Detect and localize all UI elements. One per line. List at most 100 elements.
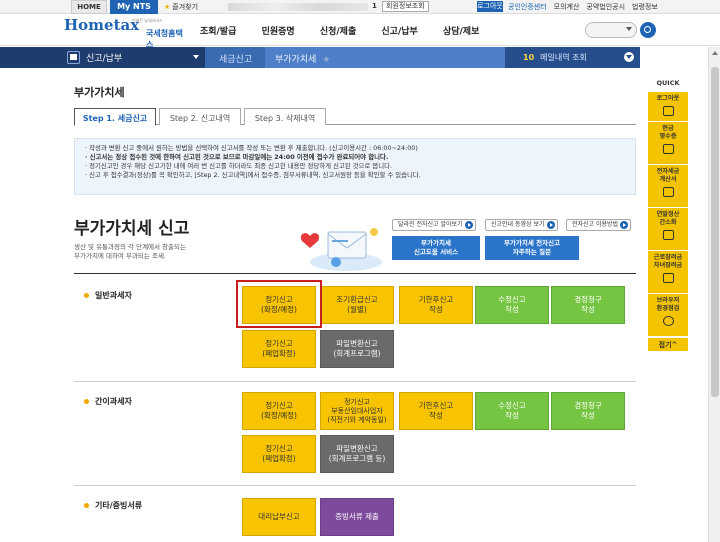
document-icon xyxy=(662,230,674,240)
quick-label: 근로장려금 xyxy=(653,254,683,261)
quick-label: 전자세금 xyxy=(656,168,680,175)
file-convert-report-button[interactable]: 파일변환신고 (회계프로그램 등) xyxy=(320,435,394,473)
logout-button[interactable]: 로그아웃 xyxy=(477,1,503,12)
favorites-link[interactable]: ★ 즐겨찾기 xyxy=(164,2,198,12)
law-info-link[interactable]: 법령정보 xyxy=(632,3,658,11)
button-line: 작성 xyxy=(581,305,595,314)
quick-year-end-settlement[interactable]: 연말정산 간소화 xyxy=(648,208,688,251)
member-info-button[interactable]: 회원정보조회 xyxy=(382,1,429,12)
tab-step1[interactable]: Step 1. 세금신고 xyxy=(74,108,156,126)
my-nts-link[interactable]: My NTS xyxy=(110,0,158,14)
breadcrumb-bar: 신고/납부 세금신고 부가가치세 ★ 10 메일내역 조회 xyxy=(0,47,640,68)
nav-item-inquiry[interactable]: 조회/발급 xyxy=(200,24,236,37)
search-icon[interactable] xyxy=(640,22,656,38)
tab-step3[interactable]: Step 3. 삭제내역 xyxy=(244,108,326,125)
how-to-button[interactable]: 전자신고 이용방법 xyxy=(566,219,632,231)
amended-report-button[interactable]: 수정신고 작성 xyxy=(475,392,549,430)
section-title: 일반과세자 xyxy=(95,291,132,300)
vat-faq-button[interactable]: 부가가치세 전자신고 자주하는 질문 xyxy=(485,236,579,260)
quick-label: 영수증 xyxy=(659,133,677,140)
user-name-redacted xyxy=(228,3,368,11)
nav-item-application[interactable]: 신청/제출 xyxy=(320,24,356,37)
quick-browser-check[interactable]: 브라우저 환경점검 xyxy=(648,294,688,337)
description-line: 생산 및 유통과정의 각 단계에서 창출되는 xyxy=(74,243,186,251)
vat-help-service-button[interactable]: 부가가치세 신고도움 서비스 xyxy=(392,236,480,260)
notice-box: · 작성과 변환 신고 중에서 원하는 방법을 선택하여 신고서를 작성 또는 … xyxy=(74,138,636,195)
star-icon[interactable]: ★ xyxy=(322,55,330,65)
quick-cash-receipt[interactable]: 현금 영수증 xyxy=(648,122,688,165)
submit-evidence-button[interactable]: 증빙서류 제출 xyxy=(320,498,394,536)
quick-earned-income-credit[interactable]: 근로장려금 자녀장려금 xyxy=(648,251,688,294)
button-line: (확정/예정) xyxy=(261,411,297,420)
public-notice-link[interactable]: 공약법인공시 xyxy=(586,3,625,11)
correction-claim-button[interactable]: 경정청구 작성 xyxy=(551,286,625,324)
proxy-payment-report-button[interactable]: 대리납부신고 xyxy=(242,498,316,536)
home-icon[interactable] xyxy=(67,51,80,64)
simulation-link[interactable]: 모의계산 xyxy=(554,3,580,11)
scroll-up-icon[interactable] xyxy=(712,51,718,55)
notice-line: · 신고서는 정상 접수된 것에 한하여 신고된 것으로 보므로 마감일에는 2… xyxy=(85,153,389,161)
quick-label: 연말정산 xyxy=(656,211,680,218)
scrollbar-thumb[interactable] xyxy=(711,67,719,397)
button-line: 경정청구 xyxy=(574,401,602,410)
quick-label: 로그아웃 xyxy=(656,95,680,102)
tab-step2[interactable]: Step 2. 신고내역 xyxy=(159,108,241,125)
section-divider xyxy=(74,485,636,486)
chevron-down-icon[interactable] xyxy=(193,55,199,59)
home-link[interactable]: HOME xyxy=(71,0,107,14)
early-refund-button[interactable]: 조기환급신고 (월별) xyxy=(320,286,394,324)
button-line: (폐업확정) xyxy=(262,349,296,358)
quick-label: 현금 xyxy=(662,125,674,132)
late-report-button[interactable]: 기한후신고 작성 xyxy=(399,392,473,430)
rental-regular-report-button[interactable]: 정기신고 부동산임대사업자 (직전기와 계약동일) xyxy=(320,392,394,430)
button-line: 부동산임대사업자 xyxy=(331,406,383,415)
whats-new-button[interactable]: 달라진 전자신고 알아보기 xyxy=(392,219,476,231)
section-heading: 부가가치세 신고 xyxy=(74,219,190,239)
breadcrumb-level1[interactable]: 신고/납부 xyxy=(86,51,122,64)
envelope-heart-illustration xyxy=(300,228,382,271)
button-line: 정기신고 xyxy=(265,444,293,453)
regular-report-button[interactable]: 정기신고 (확정/예정) xyxy=(242,392,316,430)
closure-report-button[interactable]: 정기신고 (폐업확정) xyxy=(242,330,316,368)
favorites-label: 즐겨찾기 xyxy=(172,3,199,11)
bullet-icon xyxy=(84,503,89,508)
button-line: 신고도움 서비스 xyxy=(413,248,459,256)
breadcrumb-level3[interactable]: 부가가치세 ★ xyxy=(265,47,505,68)
arrow-right-icon xyxy=(464,221,473,229)
amended-report-button[interactable]: 수정신고 작성 xyxy=(475,286,549,324)
gear-icon xyxy=(662,316,674,326)
chevron-down-icon[interactable] xyxy=(624,52,634,62)
util-links: 공인인증센터 모의계산 공약법인공시 법령정보 xyxy=(508,2,665,12)
file-convert-report-button[interactable]: 파일변환신고 (회계프로그램) xyxy=(320,330,394,368)
nav-item-certificate[interactable]: 민원증명 xyxy=(262,24,295,37)
quick-logout[interactable]: 로그아웃 xyxy=(648,92,688,122)
hometax-logo[interactable]: Hometax 언제든 납세서비스 국세청홈택스 xyxy=(64,16,184,49)
guide-video-button[interactable]: 신고안내 동영상 보기 xyxy=(485,219,558,231)
quick-menu: QUICK 로그아웃 현금 영수증 전자세금 계산서 연말정산 간소화 근로장려금 자녀… xyxy=(648,79,688,363)
page-title: 부가가치세 xyxy=(74,86,125,99)
nav-item-report-payment[interactable]: 신고/납부 xyxy=(381,24,417,37)
quick-collapse-button[interactable]: 접기^ xyxy=(648,337,688,351)
quick-e-invoice[interactable]: 전자세금 계산서 xyxy=(648,165,688,208)
quick-menu-header: QUICK xyxy=(656,79,680,87)
correction-claim-button[interactable]: 경정청구 작성 xyxy=(551,392,625,430)
late-report-button[interactable]: 기한후신고 작성 xyxy=(399,286,473,324)
cert-center-link[interactable]: 공인인증센터 xyxy=(508,3,547,11)
button-line: 작성 xyxy=(505,305,519,314)
section-title: 간이과세자 xyxy=(95,397,132,406)
breadcrumb-level2[interactable]: 세금신고 xyxy=(205,47,265,68)
button-line: (월별) xyxy=(347,305,367,314)
notice-line: · 정기신고인 경우 해당 신고기한 내에 여러 번 신고를 하더라도 최종 신… xyxy=(85,162,393,170)
button-line: 작성 xyxy=(429,305,443,314)
notice-line: · 신고 후 접수결과(정상)를 꼭 확인하고, [Step 2. 신고내역]에… xyxy=(85,171,421,179)
utility-bar: HOME My NTS ★ 즐겨찾기 1 회원정보조회 로그아웃 공인인증센터 모의… xyxy=(0,0,720,14)
nav-item-consult[interactable]: 상담/제보 xyxy=(443,24,479,37)
chevron-down-icon xyxy=(626,27,632,31)
quick-label: 환경점검 xyxy=(656,305,680,312)
closure-report-button[interactable]: 정기신고 (폐업확정) xyxy=(242,435,316,473)
header: Hometax 언제든 납세서비스 국세청홈택스 조회/발급 민원증명 신청/제… xyxy=(0,14,720,49)
recent-mail-link[interactable]: 10 메일내역 조회 xyxy=(505,47,640,68)
button-line: 파일변환신고 xyxy=(336,339,378,348)
search-select[interactable] xyxy=(585,22,637,38)
page-scrollbar[interactable] xyxy=(708,47,720,542)
